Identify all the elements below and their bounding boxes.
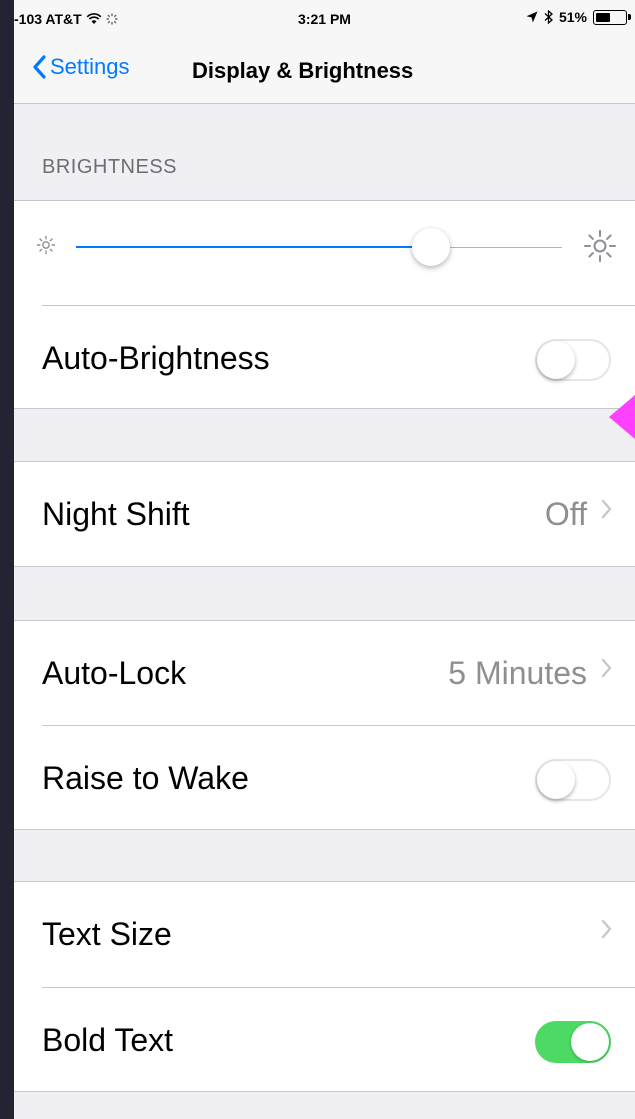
auto-lock-row[interactable]: Auto-Lock 5 Minutes — [14, 621, 635, 725]
bold-text-toggle[interactable] — [535, 1021, 611, 1063]
back-chevron-icon — [33, 55, 46, 79]
brightness-slider-row — [14, 201, 635, 305]
navigation-bar: Settings Display & Brightness — [14, 38, 635, 104]
chevron-right-icon — [601, 499, 612, 519]
text-group: Text Size Bold Text — [14, 881, 635, 1092]
raise-to-wake-row[interactable]: Raise to Wake — [14, 726, 635, 830]
text-size-label: Text Size — [42, 916, 172, 952]
auto-lock-value: 5 Minutes — [448, 655, 587, 691]
auto-brightness-label: Auto-Brightness — [42, 340, 270, 376]
slider-track-empty[interactable] — [430, 247, 562, 248]
location-arrow-icon — [526, 11, 538, 23]
status-bar: -103 AT&T 3:21 PM 51% — [14, 0, 635, 38]
auto-brightness-toggle[interactable] — [535, 339, 611, 381]
chevron-right-icon — [601, 658, 612, 678]
back-button[interactable]: Settings — [32, 54, 130, 80]
brightness-slider-thumb[interactable] — [411, 228, 450, 266]
slider-track-filled[interactable] — [76, 246, 431, 248]
night-shift-value: Off — [544, 496, 587, 532]
chevron-right-icon — [601, 919, 612, 939]
battery-fill — [596, 12, 610, 22]
settings-screen: -103 AT&T 3:21 PM 51% Settings Display &… — [14, 0, 635, 1119]
auto-lock-label: Auto-Lock — [42, 655, 187, 691]
lock-group: Auto-Lock 5 Minutes Raise to Wake — [14, 620, 635, 830]
page-title: Display & Brightness — [192, 58, 414, 83]
bold-text-label: Bold Text — [42, 1022, 174, 1058]
raise-to-wake-label: Raise to Wake — [42, 760, 249, 796]
night-shift-row[interactable]: Night Shift Off — [14, 462, 635, 566]
back-label: Settings — [50, 54, 130, 79]
section-header-brightness: BRIGHTNESS — [42, 156, 178, 178]
bluetooth-icon — [544, 10, 553, 24]
battery-percent: 51% — [558, 9, 587, 25]
raise-to-wake-toggle[interactable] — [535, 759, 611, 801]
night-shift-group: Night Shift Off — [14, 461, 635, 567]
battery-icon — [593, 9, 631, 25]
night-shift-label: Night Shift — [42, 496, 190, 532]
sun-small-icon — [36, 235, 56, 255]
sun-large-icon — [584, 230, 616, 262]
toggle-knob — [537, 761, 575, 799]
brightness-group: Auto-Brightness — [14, 200, 635, 409]
annotation-arrow-icon — [609, 395, 635, 439]
bold-text-row[interactable]: Bold Text — [14, 988, 635, 1092]
text-size-row[interactable]: Text Size — [14, 882, 635, 986]
status-right: 51% — [526, 9, 631, 25]
auto-brightness-row[interactable]: Auto-Brightness — [14, 306, 635, 410]
toggle-knob — [571, 1023, 609, 1061]
toggle-knob — [537, 341, 575, 379]
